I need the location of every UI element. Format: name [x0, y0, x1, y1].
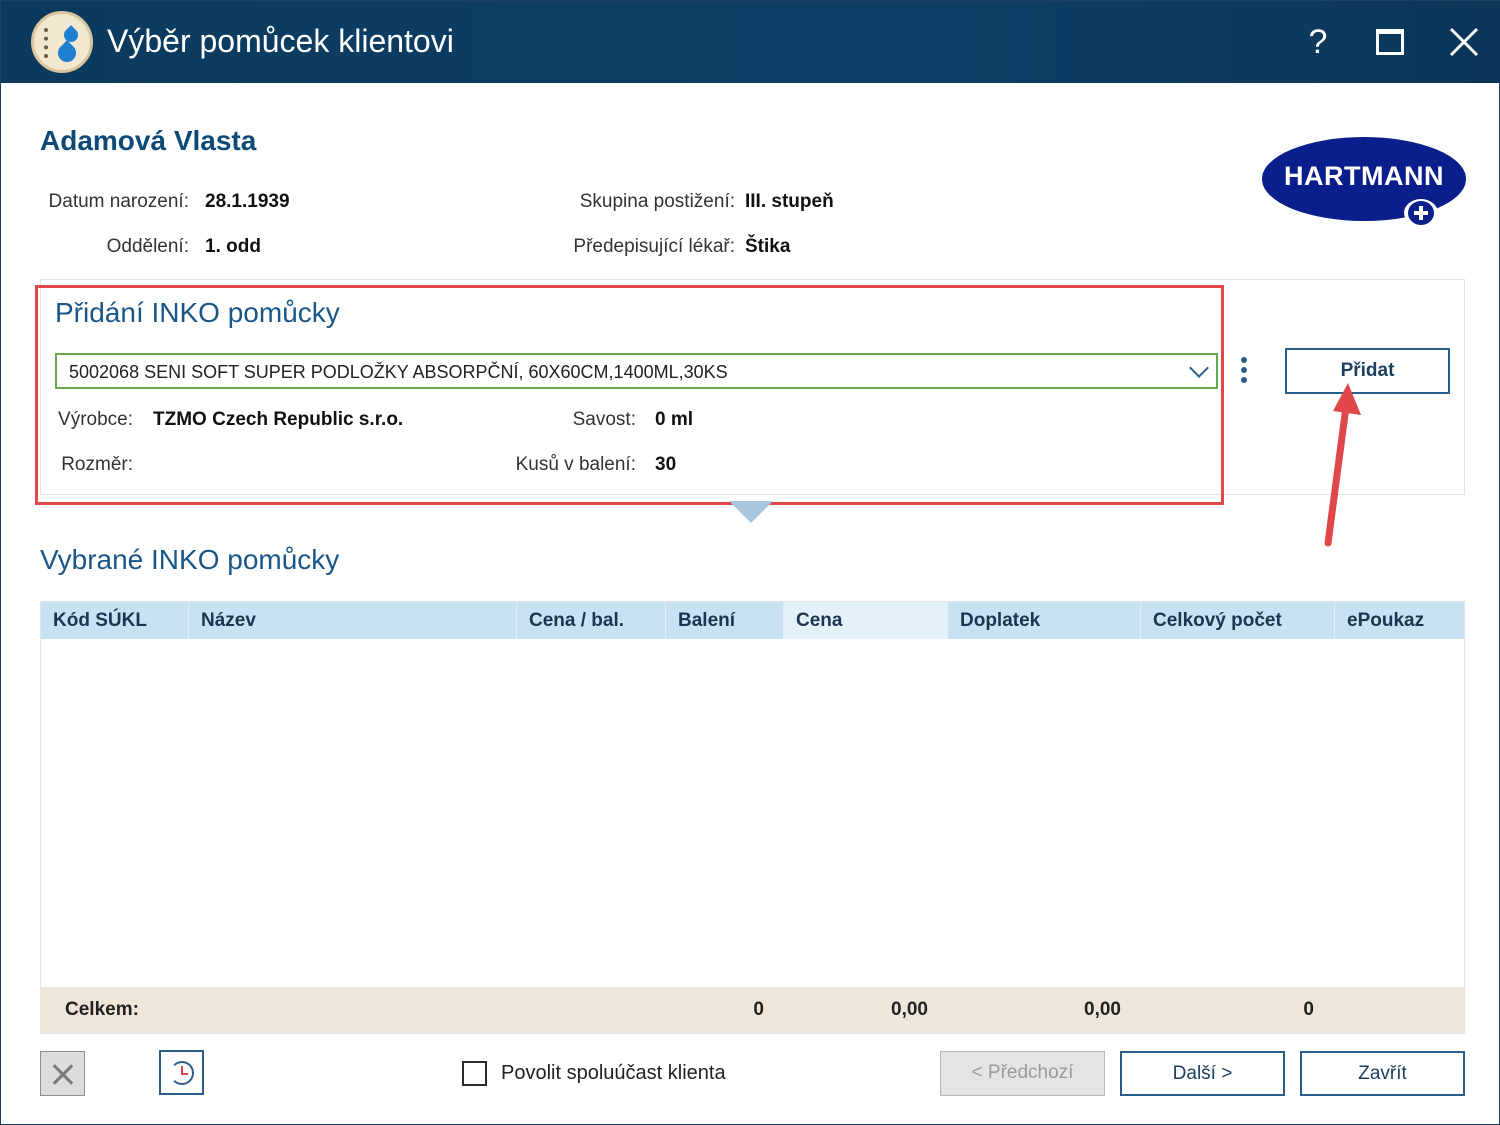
disability-group-label: Skupina postižení:	[579, 191, 735, 212]
size-label: Rozměr:	[61, 454, 133, 475]
chevron-down-icon[interactable]	[1189, 358, 1209, 378]
annotation-arrow	[1324, 383, 1361, 547]
birth-date-value: 28.1.1939	[205, 191, 290, 212]
remove-item-button[interactable]	[40, 1051, 85, 1096]
allow-copay-checkbox[interactable]	[462, 1061, 487, 1086]
column-header-kod[interactable]: Kód SÚKL	[41, 602, 189, 639]
doctor-value: Štika	[745, 236, 791, 257]
close-window-button[interactable]	[1441, 19, 1487, 65]
column-header-nazev[interactable]: Název	[189, 602, 517, 639]
manufacturer-label: Výrobce:	[58, 409, 133, 430]
totals-baleni: 0	[753, 999, 764, 1020]
logo-text: HARTMANN	[1284, 161, 1444, 191]
table-header: Kód SÚKL Název Cena / bal. Balení Cena D…	[41, 602, 1464, 639]
previous-button[interactable]: < Předchozí	[940, 1051, 1105, 1096]
close-icon	[1449, 27, 1479, 57]
disability-group-value: III. stupeň	[745, 191, 834, 212]
absorbency-label: Savost:	[572, 409, 636, 430]
product-select-value: 5002068 SENI SOFT SUPER PODLOŽKY ABSORPČ…	[69, 362, 728, 382]
next-button[interactable]: Další >	[1120, 1051, 1285, 1096]
app-icon	[31, 11, 93, 73]
maximize-button[interactable]	[1367, 19, 1413, 65]
more-options-icon[interactable]	[1237, 357, 1251, 387]
selected-items-table: Kód SÚKL Název Cena / bal. Balení Cena D…	[40, 601, 1465, 1034]
title-bar: Výběr pomůcek klientovi ?	[1, 1, 1500, 83]
birth-date-label: Datum narození:	[48, 191, 189, 212]
totals-cena: 0,00	[891, 999, 928, 1020]
manufacturer-value: TZMO Czech Republic s.r.o.	[153, 409, 404, 430]
totals-label: Celkem:	[65, 999, 139, 1020]
dialog-window: Výběr pomůcek klientovi ? Adamová Vlasta…	[0, 0, 1500, 1125]
maximize-icon	[1376, 29, 1404, 55]
help-button[interactable]: ?	[1295, 19, 1341, 65]
column-header-baleni[interactable]: Balení	[666, 602, 784, 639]
doctor-label: Předepisující lékař:	[573, 236, 735, 257]
absorbency-value: 0 ml	[655, 409, 694, 430]
totals-doplatek: 0,00	[1084, 999, 1121, 1020]
column-header-cena[interactable]: Cena	[784, 602, 948, 639]
table-body[interactable]	[41, 639, 1464, 987]
history-button[interactable]	[159, 1050, 204, 1095]
column-header-cena-bal[interactable]: Cena / bal.	[517, 602, 666, 639]
window-title: Výběr pomůcek klientovi	[107, 23, 454, 59]
section-pointer-icon	[729, 501, 773, 523]
add-panel-title: Přidání INKO pomůcky	[55, 297, 340, 328]
allow-copay-label[interactable]: Povolit spoluúčast klienta	[501, 1062, 726, 1085]
totals-celkovy-pocet: 0	[1303, 999, 1314, 1020]
client-name: Adamová Vlasta	[40, 125, 257, 156]
column-header-celkovy-pocet[interactable]: Celkový počet	[1141, 602, 1335, 639]
column-header-epoukaz[interactable]: ePoukaz	[1335, 602, 1464, 639]
close-button[interactable]: Zavřít	[1300, 1051, 1465, 1096]
pieces-value: 30	[655, 454, 677, 475]
table-footer: Celkem: 0 0,00 0,00 0	[41, 987, 1464, 1033]
column-header-doplatek[interactable]: Doplatek	[948, 602, 1141, 639]
hartmann-logo: HARTMANN	[1262, 137, 1466, 227]
pieces-label: Kusů v balení:	[515, 454, 636, 475]
product-select[interactable]: 5002068 SENI SOFT SUPER PODLOŽKY ABSORPČ…	[55, 353, 1218, 389]
department-label: Oddělení:	[106, 236, 189, 257]
logo-plus-icon	[1404, 199, 1438, 227]
department-value: 1. odd	[205, 236, 261, 257]
selected-section-title: Vybrané INKO pomůcky	[40, 544, 340, 575]
